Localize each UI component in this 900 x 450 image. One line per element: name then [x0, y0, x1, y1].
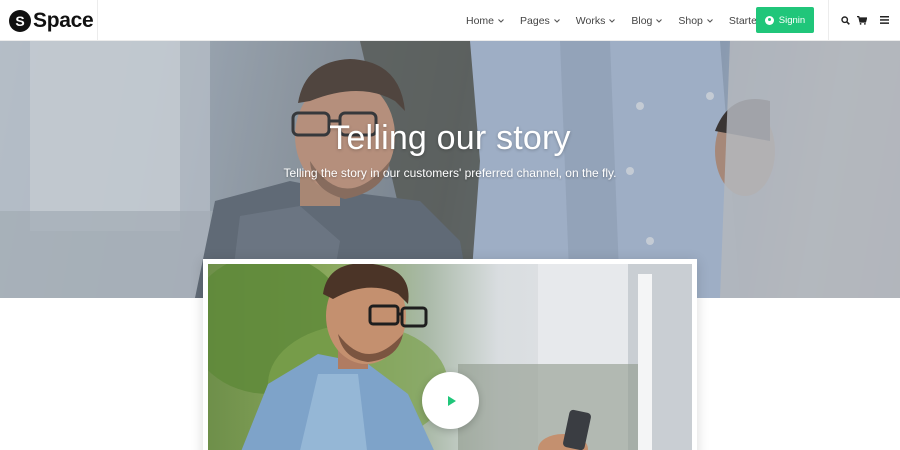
hero-subtitle: Telling the story in our customers' pref…: [283, 166, 617, 180]
nav-item-pages[interactable]: Pages: [520, 15, 560, 27]
chevron-down-icon: [553, 18, 560, 23]
hero-title: Telling our story: [329, 119, 571, 157]
nav-item-home[interactable]: Home: [466, 15, 504, 27]
nav-item-shop[interactable]: Shop: [678, 15, 713, 27]
nav-item-label: Blog: [631, 14, 653, 27]
signin-label: Signin: [778, 14, 806, 26]
play-button[interactable]: [422, 372, 479, 429]
main-nav: Home Pages Works Blog Shop Starter: [466, 0, 760, 41]
video-card: [203, 259, 697, 450]
logo-mark: S: [9, 9, 31, 32]
nav-item-label: Pages: [520, 14, 550, 27]
nav-item-blog[interactable]: Blog: [631, 14, 663, 27]
chevron-down-icon: [609, 18, 616, 23]
nav-item-label: Shop: [678, 14, 703, 27]
chevron-down-icon: [498, 18, 504, 23]
play-icon: [447, 395, 456, 406]
video-thumbnail[interactable]: [208, 264, 692, 450]
logo[interactable]: S Space: [0, 0, 98, 41]
chevron-down-icon: [656, 18, 663, 23]
site-header: S Space Home Pages Works Blog Shop Start…: [0, 0, 900, 41]
chevron-down-icon: [707, 18, 713, 23]
user-icon: [764, 15, 774, 25]
nav-item-works[interactable]: Works: [576, 15, 616, 27]
header-tools: [828, 0, 900, 41]
signin-button[interactable]: Signin: [756, 7, 814, 33]
nav-item-label: Home: [466, 14, 495, 27]
cart-icon[interactable]: [856, 14, 868, 26]
nav-item-label: Works: [575, 14, 606, 27]
search-icon[interactable]: [839, 14, 851, 26]
logo-text: Space: [33, 8, 94, 32]
menu-icon[interactable]: [878, 14, 890, 26]
